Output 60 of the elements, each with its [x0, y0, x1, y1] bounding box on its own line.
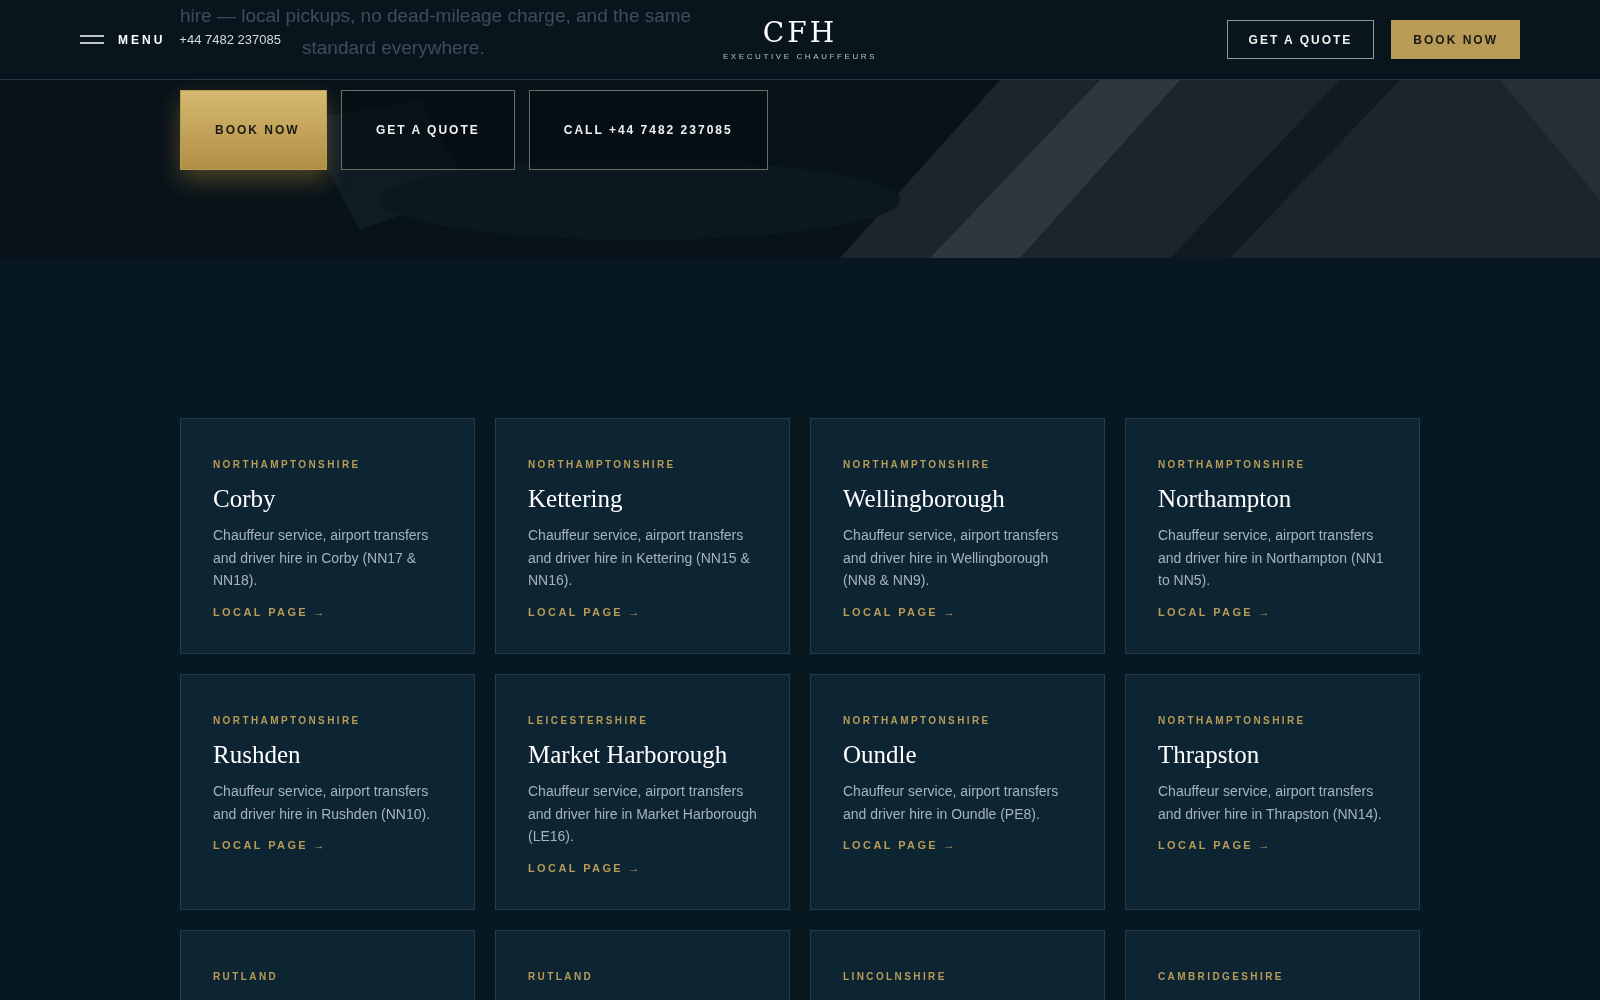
book-button[interactable]: BOOK NOW [1391, 20, 1520, 59]
quote-button[interactable]: GET A QUOTE [1226, 20, 1375, 59]
region-label: NORTHAMPTONSHIRE [843, 715, 992, 726]
area-card[interactable]: RUTLAND [495, 930, 790, 1000]
area-card[interactable]: NORTHAMPTONSHIRE Oundle Chauffeur service, airport transfers and driver hire in Oundle (PE8). LOCAL PAGE → [810, 674, 1105, 910]
local-page-link[interactable]: LOCAL PAGE → [213, 605, 327, 618]
local-page-link[interactable]: LOCAL PAGE → [843, 839, 957, 851]
area-card[interactable]: RUTLAND [180, 930, 475, 1000]
area-card[interactable]: NORTHAMPTONSHIRE Wellingborough Chauffeur service, airport transfers and driver hire in Wellingborough (NN8 & NN9). LOCAL PAGE → [810, 418, 1105, 654]
region-label: NORTHAMPTONSHIRE [213, 715, 362, 726]
local-page-link[interactable]: LOCAL PAGE → [528, 861, 642, 874]
area-card[interactable]: NORTHAMPTONSHIRE Thrapston Chauffeur service, airport transfers and driver hire in Thrapston (NN14). LOCAL PAGE → [1125, 674, 1420, 910]
region-label: LINCOLNSHIRE [843, 971, 948, 982]
area-description: Chauffeur service, airport transfers and driver hire in Market Harborough (LE16). [528, 782, 758, 846]
local-page-link[interactable]: LOCAL PAGE → [1158, 839, 1272, 851]
area-card[interactable]: CAMBRIDGESHIRE [1125, 930, 1420, 1000]
area-description: Chauffeur service, airport transfers and driver hire in Oundle (PE8). [843, 782, 1060, 824]
logo-mark: CFH [762, 18, 838, 48]
menu-button[interactable]: MENU [80, 32, 166, 47]
area-name: Rushden [213, 740, 302, 770]
logo-tagline: EXECUTIVE CHAUFFEURS [722, 52, 878, 61]
area-card[interactable]: LEICESTERSHIRE Market Harborough Chauffeur service, airport transfers and driver hire in Market Harborough (LE16). LOCAL PAGE → [495, 674, 790, 910]
area-card[interactable]: LINCOLNSHIRE [810, 930, 1105, 1000]
region-label: CAMBRIDGESHIRE [1158, 971, 1285, 982]
region-label: RUTLAND [528, 971, 595, 982]
phone-number: +44 7482 237085 [179, 32, 281, 47]
area-name: Thrapston [1158, 740, 1261, 770]
region-label: NORTHAMPTONSHIRE [843, 459, 992, 470]
area-description: Chauffeur service, airport transfers and driver hire in Thrapston (NN14). [1158, 782, 1383, 824]
area-card[interactable]: NORTHAMPTONSHIRE Kettering Chauffeur service, airport transfers and driver hire in Kettering (NN15 & NN16). LOCAL PAGE → [495, 418, 790, 654]
local-page-link[interactable]: LOCAL PAGE → [213, 839, 327, 851]
area-description: Chauffeur service, airport transfers and driver hire in Corby (NN17 & NN18). [213, 526, 430, 590]
menu-icon [80, 35, 104, 44]
hero-text: standard everywhere. [302, 36, 485, 60]
region-label: NORTHAMPTONSHIRE [1158, 459, 1307, 470]
region-label: NORTHAMPTONSHIRE [1158, 715, 1307, 726]
book-button[interactable]: BOOK NOW [180, 90, 327, 170]
call-button[interactable]: CALL +44 7482 237085 [528, 90, 768, 170]
quote-button[interactable]: GET A QUOTE [341, 90, 515, 170]
area-description: Chauffeur service, airport transfers and driver hire in Wellingborough (NN8 & NN9). [843, 526, 1060, 590]
area-card[interactable]: NORTHAMPTONSHIRE Rushden Chauffeur service, airport transfers and driver hire in Rushden (NN10). LOCAL PAGE → [180, 674, 475, 910]
area-name: Wellingborough [843, 484, 1006, 514]
area-name: Oundle [843, 740, 918, 770]
region-label: RUTLAND [213, 971, 280, 982]
area-description: Chauffeur service, airport transfers and driver hire in Kettering (NN15 & NN16). [528, 526, 751, 590]
region-label: NORTHAMPTONSHIRE [528, 459, 677, 470]
area-name: Corby [213, 484, 277, 514]
local-page-link[interactable]: LOCAL PAGE → [843, 605, 957, 618]
area-description: Chauffeur service, airport transfers and driver hire in Northampton (NN1 to NN5). [1158, 526, 1385, 590]
local-page-link[interactable]: LOCAL PAGE → [528, 605, 642, 618]
area-name: Northampton [1158, 484, 1293, 514]
area-name: Kettering [528, 484, 624, 514]
area-card[interactable]: NORTHAMPTONSHIRE Northampton Chauffeur service, airport transfers and driver hire in Northampton (NN1 to NN5). LOCAL PAGE → [1125, 418, 1420, 654]
area-description: Chauffeur service, airport transfers and driver hire in Rushden (NN10). [213, 782, 432, 824]
hero-text: hire — local pickups, no dead-mileage charge, and the same [180, 4, 692, 28]
area-card[interactable]: NORTHAMPTONSHIRE Corby Chauffeur service, airport transfers and driver hire in Corby (NN17 & NN18). LOCAL PAGE → [180, 418, 475, 654]
region-label: NORTHAMPTONSHIRE [213, 459, 362, 470]
local-page-link[interactable]: LOCAL PAGE → [1158, 605, 1272, 618]
area-name: Market Harborough [528, 740, 729, 770]
region-label: LEICESTERSHIRE [528, 715, 650, 726]
